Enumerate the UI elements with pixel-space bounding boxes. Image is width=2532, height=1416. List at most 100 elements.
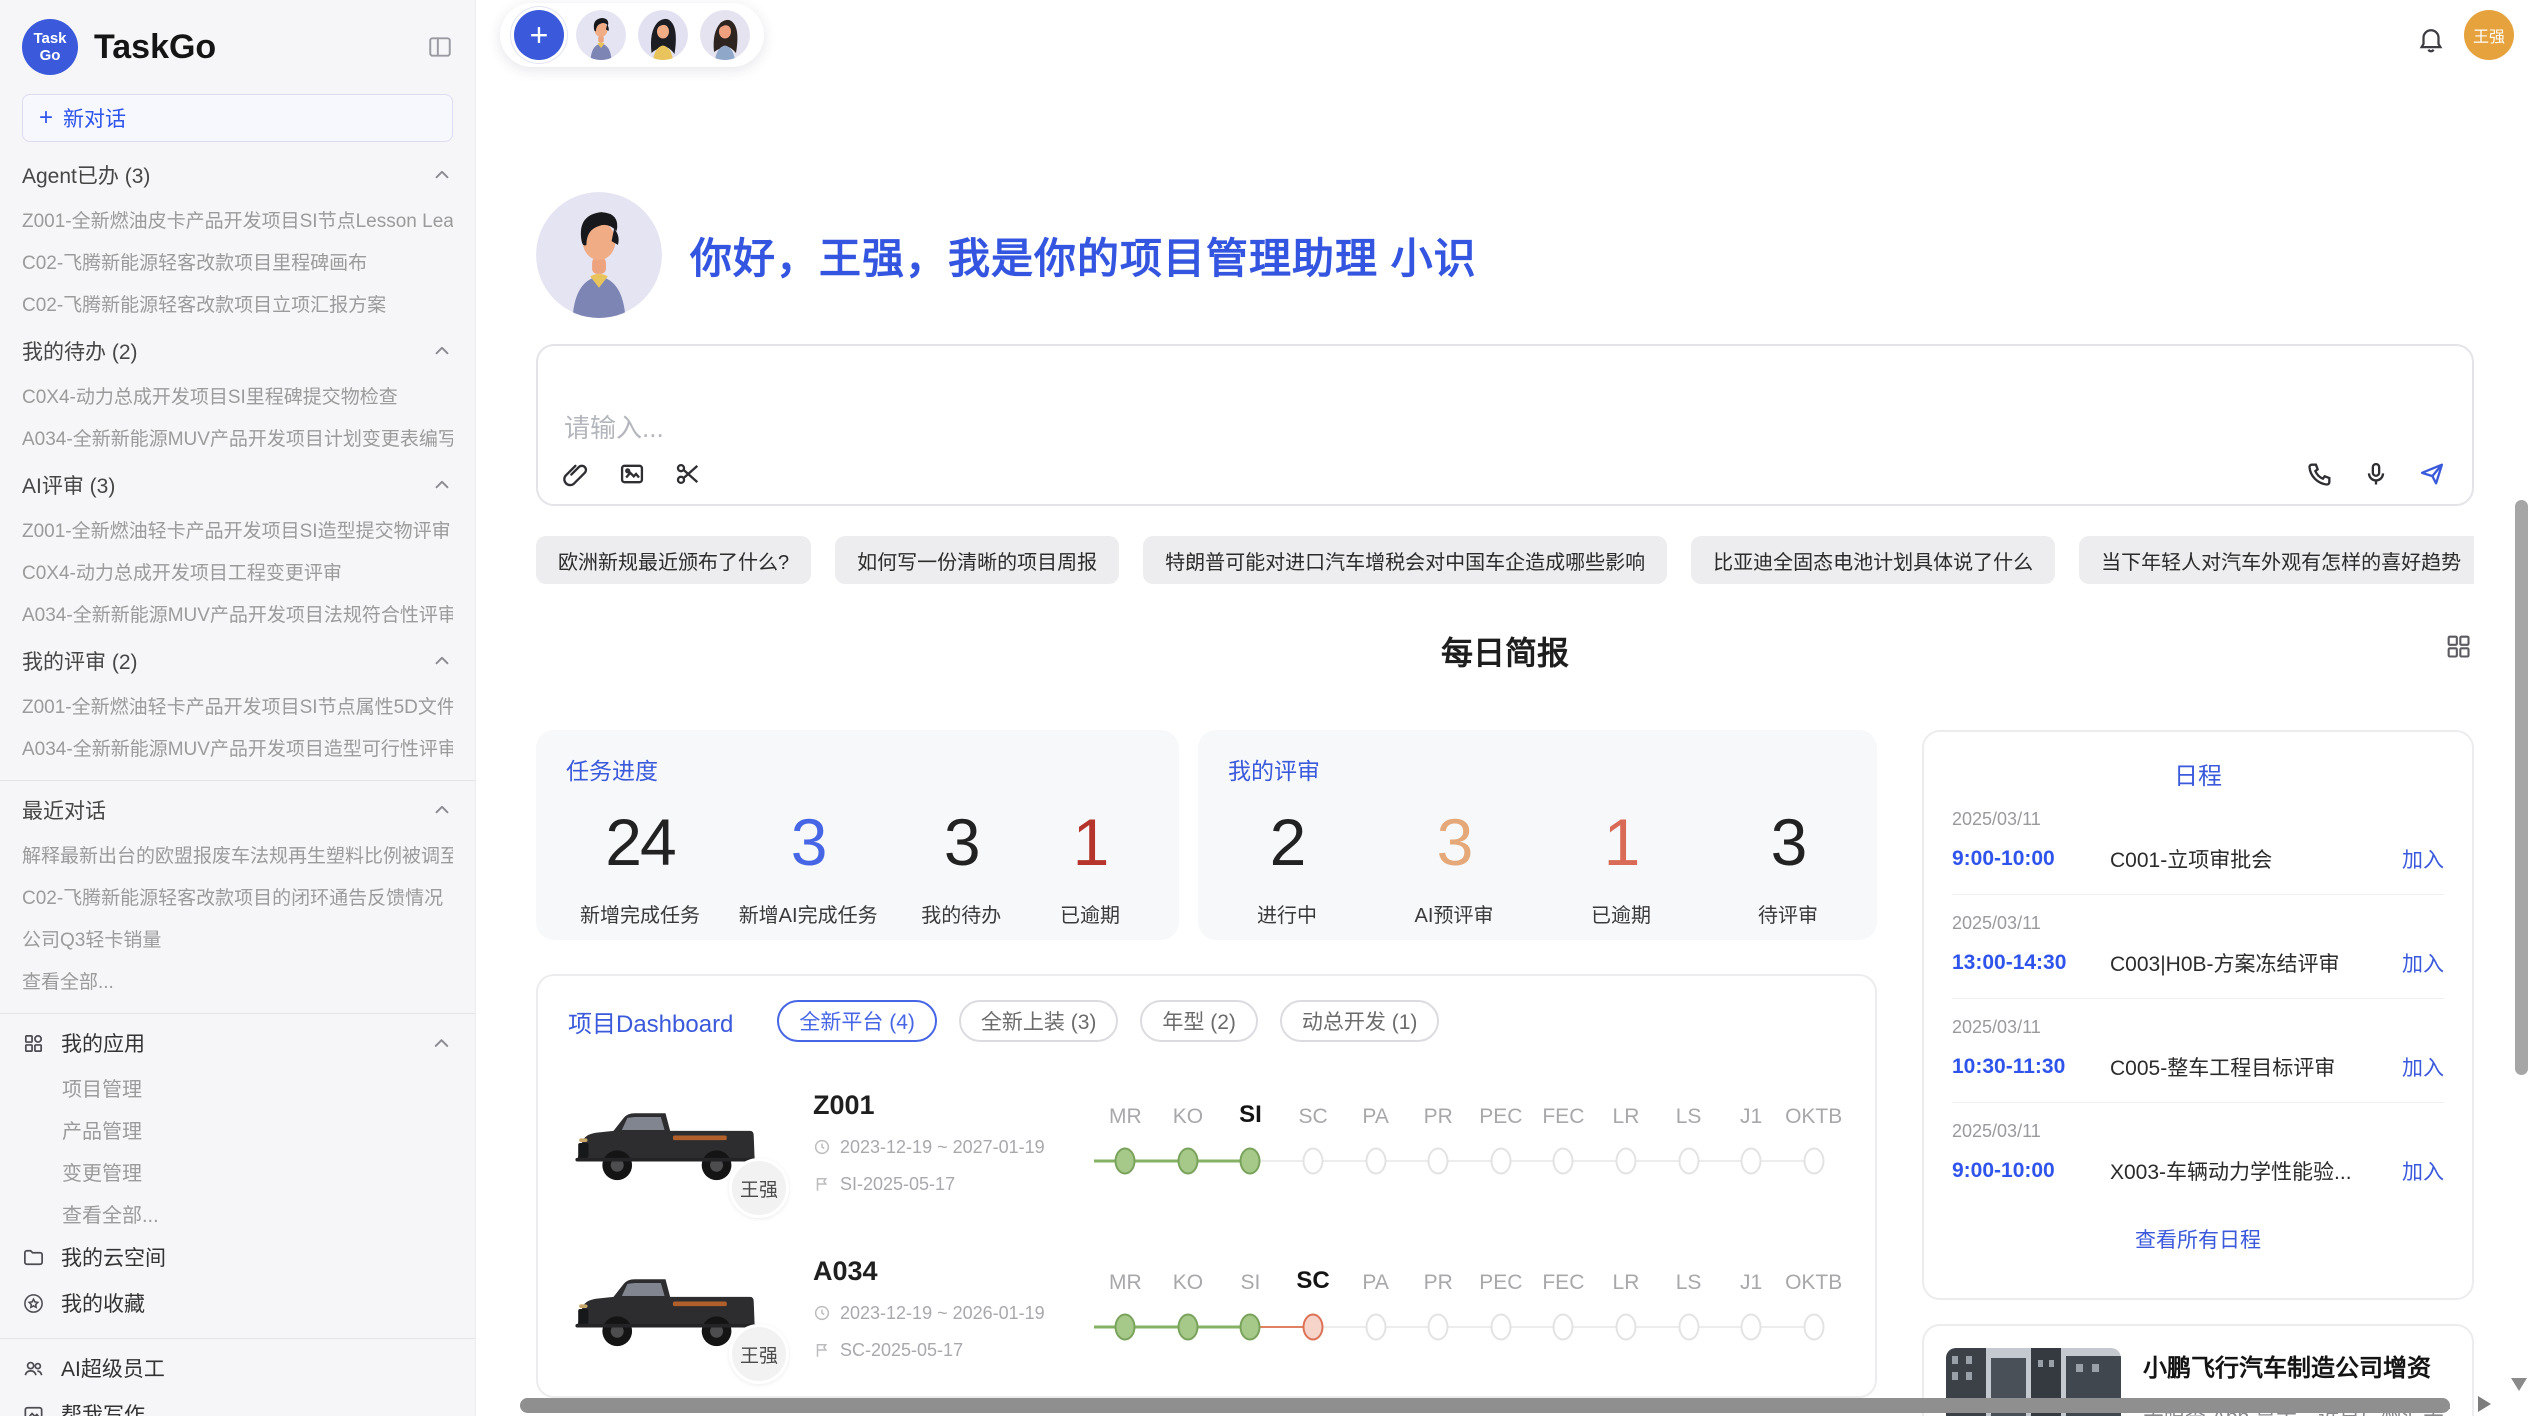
schedule-event-title: X003-车辆动力学性能验... [2100,1156,2402,1186]
milestone-dot [1678,1314,1699,1341]
microphone-icon[interactable] [2362,460,2390,488]
milestone-dot [1803,1148,1824,1175]
suggestion-chip[interactable]: 欧洲新规最近颁布了什么? [536,536,811,584]
milestone-dot [1490,1314,1511,1341]
project-car-image: 王强 [568,1242,773,1374]
chat-input-box[interactable]: 请输入... [536,344,2474,506]
sidebar-item-product-mgmt[interactable]: 产品管理 [22,1108,453,1150]
list-item[interactable]: 公司Q3轻卡销量 [22,917,453,959]
list-item[interactable]: 解释最新出台的欧盟报废车法规再生塑料比例被调至15%... [22,833,453,875]
filter-powertrain[interactable]: 动总开发 (1) [1280,1000,1440,1042]
view-all-recent[interactable]: 查看全部... [22,959,453,1001]
flag-icon [813,1341,831,1359]
star-badge-icon [22,1292,45,1315]
suggestion-chip[interactable]: 如何写一份清晰的项目周报 [835,536,1119,584]
milestone-label: PEC [1469,1271,1532,1295]
scroll-right-arrow-icon[interactable] [2478,1396,2491,1412]
scroll-down-arrow-icon[interactable] [2511,1378,2527,1391]
horizontal-scrollbar[interactable] [520,1398,2450,1413]
stat-label: 已逾期 [1576,899,1666,928]
suggestion-chip[interactable]: 特朗普可能对进口汽车增税会对中国车企造成哪些影响 [1143,536,1667,584]
stat-overdue: 1 已逾期 [1045,808,1135,928]
section-recent-chats[interactable]: 最近对话 [22,787,453,833]
list-item[interactable]: A034-全新新能源MUV产品开发项目法规符合性评审 [22,592,453,634]
sidebar-item-my-apps[interactable]: 我的应用 [22,1020,453,1066]
join-link[interactable]: 加入 [2402,844,2444,874]
main-content: 你好，王强，我是你的项目管理助理 小识 请输入... [476,0,2532,1416]
list-item[interactable]: Z001-全新燃油轻卡产品开发项目SI造型提交物评审 [22,508,453,550]
sidebar-item-label: 我的云空间 [61,1242,166,1272]
milestone-dot [1615,1314,1636,1341]
milestone-label: PR [1407,1271,1470,1295]
milestone-timeline: MR KO SI SC PA PR PEC FEC LR LS [1094,1101,1845,1183]
section-agent-done[interactable]: Agent已办 (3) [22,152,453,198]
sidebar-item-change-mgmt[interactable]: 变更管理 [22,1150,453,1192]
insert-image-icon[interactable] [618,460,646,488]
new-chat-label: 新对话 [63,103,126,133]
stat-my-todo: 3 我的待办 [916,808,1006,928]
sidebar-item-help-write[interactable]: 帮我写作 [22,1391,453,1416]
send-icon[interactable] [2418,460,2446,488]
voice-call-icon[interactable] [2306,460,2334,488]
filter-year-model[interactable]: 年型 (2) [1140,1000,1258,1042]
sidebar-item-ai-employee[interactable]: AI超级员工 [22,1345,453,1391]
app-logo-text-top: Task [33,30,66,47]
milestone-track [1094,1139,1845,1183]
attachment-icon[interactable] [562,460,590,488]
milestone-track [1094,1305,1845,1349]
layout-grid-icon[interactable] [2444,632,2472,663]
scissors-icon[interactable] [674,460,702,488]
stat-label: 新增完成任务 [580,899,700,928]
milestone-dot [1678,1148,1699,1175]
clock-icon [813,1138,831,1156]
chevron-up-icon [431,474,453,496]
sidebar-item-favorites[interactable]: 我的收藏 [22,1280,453,1326]
list-item[interactable]: C0X4-动力总成开发项目工程变更评审 [22,550,453,592]
clock-icon [813,1304,831,1322]
image-icon [22,1403,45,1416]
filter-new-body[interactable]: 全新上装 (3) [959,1000,1119,1042]
list-item[interactable]: C02-飞腾新能源轻客改款项目里程碑画布 [22,240,453,282]
join-link[interactable]: 加入 [2402,1156,2444,1186]
schedule-card: 日程 2025/03/11 9:00-10:00 C001-立项审批会 加入 2… [1922,730,2474,1300]
list-item[interactable]: A034-全新新能源MUV产品开发项目造型可行性评审 [22,726,453,768]
list-item[interactable]: A034-全新新能源MUV产品开发项目计划变更表编写 [22,416,453,458]
list-item[interactable]: Z001-全新燃油轻卡产品开发项目SI节点属性5D文件评审 [22,684,453,726]
section-title: 我的待办 (2) [22,336,138,366]
list-item[interactable]: C02-飞腾新能源轻客改款项目立项汇报方案 [22,282,453,324]
project-row-a034[interactable]: 王强 A034 2023-12-19 ~ 2026-01-19 [568,1242,1845,1374]
view-all-apps[interactable]: 查看全部... [22,1192,453,1234]
schedule-event-title: C003|H0B-方案冻结评审 [2100,948,2402,978]
suggestion-chip[interactable]: 比亚迪全固态电池计划具体说了什么 [1691,536,2055,584]
milestone-label: KO [1157,1271,1220,1295]
section-ai-review[interactable]: AI评审 (3) [22,462,453,508]
main-area: + 王强 你好，王强，我是你的项目管理助理 小识 请输入... [476,0,2532,1416]
project-row-z001[interactable]: 王强 Z001 2023-12-19 ~ 2027-01-19 [568,1076,1845,1208]
schedule-event-title: C005-整车工程目标评审 [2100,1052,2402,1082]
section-my-review[interactable]: 我的评审 (2) [22,638,453,684]
milestone-dot [1365,1314,1386,1341]
section-my-todo[interactable]: 我的待办 (2) [22,328,453,374]
vertical-scrollbar[interactable] [2515,500,2528,1075]
milestone-label: LS [1657,1105,1720,1129]
list-item[interactable]: C02-飞腾新能源轻客改款项目的闭环通告反馈情况 [22,875,453,917]
sidebar-collapse-icon[interactable] [427,34,453,60]
view-all-schedule-link[interactable]: 查看所有日程 [1952,1224,2444,1254]
stat-label: 进行中 [1242,899,1332,928]
chevron-up-icon [431,164,453,186]
suggestion-chip[interactable]: 当下年轻人对汽车外观有怎样的喜好趋势 [2079,536,2474,584]
project-dashboard-card: 项目Dashboard 全新平台 (4) 全新上装 (3) 年型 (2) 动总开… [536,974,1877,1398]
sidebar-item-project-mgmt[interactable]: 项目管理 [22,1066,453,1108]
milestone-timeline: MR KO SI SC PA PR PEC FEC LR LS [1094,1267,1845,1349]
chat-input-placeholder: 请输入... [564,408,664,445]
suggestion-chips: 欧洲新规最近颁布了什么? 如何写一份清晰的项目周报 特朗普可能对进口汽车增税会对… [536,536,2474,584]
list-item[interactable]: Z001-全新燃油皮卡产品开发项目SI节点Lesson Learn报告 [22,198,453,240]
sidebar-item-cloud-space[interactable]: 我的云空间 [22,1234,453,1280]
join-link[interactable]: 加入 [2402,948,2444,978]
new-chat-button[interactable]: + 新对话 [22,94,453,142]
filter-new-platform[interactable]: 全新平台 (4) [777,1000,937,1042]
join-link[interactable]: 加入 [2402,1052,2444,1082]
milestone-label: SC [1282,1105,1345,1129]
milestone-dot-done [1240,1314,1261,1341]
list-item[interactable]: C0X4-动力总成开发项目SI里程碑提交物检查 [22,374,453,416]
